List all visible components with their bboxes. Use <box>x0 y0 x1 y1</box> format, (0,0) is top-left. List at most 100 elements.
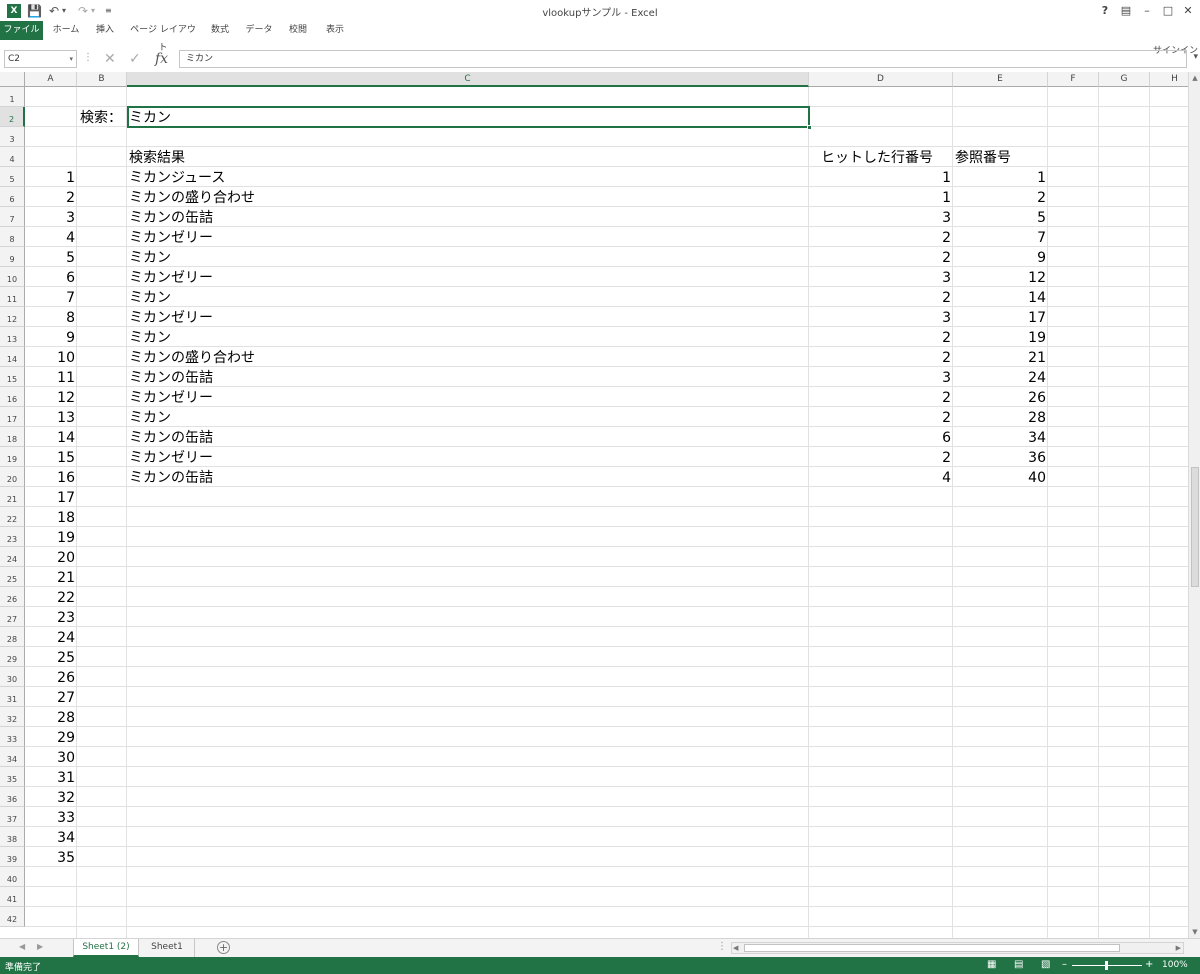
row-header-21[interactable]: 21 <box>0 487 25 507</box>
row-header-17[interactable]: 17 <box>0 407 25 427</box>
zoom-out-icon[interactable]: – <box>1062 959 1067 970</box>
chevron-down-icon[interactable]: ▾ <box>69 51 73 67</box>
ref-number-cell[interactable]: 24 <box>953 368 1048 388</box>
expand-formula-bar-icon[interactable]: ▾ <box>1193 52 1198 62</box>
row-header-24[interactable]: 24 <box>0 547 25 567</box>
vertical-scroll-thumb[interactable] <box>1191 467 1199 587</box>
ref-number-cell[interactable]: 40 <box>953 468 1048 488</box>
hit-row-cell[interactable]: 2 <box>809 408 953 428</box>
hit-row-cell[interactable]: 1 <box>809 168 953 188</box>
sheet-tab-sheet1[interactable]: Sheet1 <box>140 939 195 957</box>
ref-number-cell[interactable]: 9 <box>953 248 1048 268</box>
result-number-cell[interactable]: 2 <box>25 188 77 208</box>
row-header-14[interactable]: 14 <box>0 347 25 367</box>
number-cell[interactable]: 34 <box>25 828 77 848</box>
row-header-36[interactable]: 36 <box>0 787 25 807</box>
row-header-41[interactable]: 41 <box>0 887 25 907</box>
number-cell[interactable]: 21 <box>25 568 77 588</box>
zoom-in-icon[interactable]: + <box>1145 959 1153 970</box>
row-header-22[interactable]: 22 <box>0 507 25 527</box>
result-number-cell[interactable]: 13 <box>25 408 77 428</box>
row-header-10[interactable]: 10 <box>0 267 25 287</box>
number-cell[interactable]: 29 <box>25 728 77 748</box>
tab-home[interactable]: ホーム <box>47 21 85 40</box>
row-header-28[interactable]: 28 <box>0 627 25 647</box>
sheet-tab-sheet1-2[interactable]: Sheet1 (2) <box>73 939 139 957</box>
row-header-16[interactable]: 16 <box>0 387 25 407</box>
hit-row-cell[interactable]: 3 <box>809 208 953 228</box>
ref-number-cell[interactable]: 5 <box>953 208 1048 228</box>
row-header-4[interactable]: 4 <box>0 147 25 167</box>
ref-number-cell[interactable]: 12 <box>953 268 1048 288</box>
name-box[interactable]: C2 ▾ <box>4 50 77 68</box>
result-number-cell[interactable]: 12 <box>25 388 77 408</box>
row-header-2[interactable]: 2 <box>0 107 25 127</box>
scroll-up-icon[interactable]: ▲ <box>1189 74 1200 82</box>
number-cell[interactable]: 25 <box>25 648 77 668</box>
number-cell[interactable]: 22 <box>25 588 77 608</box>
zoom-slider-knob[interactable] <box>1105 961 1108 970</box>
column-header-e[interactable]: E <box>953 72 1048 87</box>
scroll-right-icon[interactable]: ▶ <box>1176 944 1181 952</box>
row-header-12[interactable]: 12 <box>0 307 25 327</box>
row-header-37[interactable]: 37 <box>0 807 25 827</box>
restore-icon[interactable]: □ <box>1160 3 1176 19</box>
number-cell[interactable]: 24 <box>25 628 77 648</box>
row-header-13[interactable]: 13 <box>0 327 25 347</box>
result-name-cell[interactable]: ミカンジュース <box>127 168 809 188</box>
sheet-next-icon[interactable]: ▶ <box>37 942 43 951</box>
hit-row-cell[interactable]: 4 <box>809 468 953 488</box>
result-name-cell[interactable]: ミカンゼリー <box>127 308 809 328</box>
number-cell[interactable]: 32 <box>25 788 77 808</box>
hit-row-cell[interactable]: 2 <box>809 288 953 308</box>
hit-row-cell[interactable]: 2 <box>809 248 953 268</box>
hit-row-cell[interactable]: 1 <box>809 188 953 208</box>
result-name-cell[interactable]: ミカン <box>127 328 809 348</box>
number-cell[interactable]: 35 <box>25 848 77 868</box>
ref-number-cell[interactable]: 14 <box>953 288 1048 308</box>
number-cell[interactable]: 26 <box>25 668 77 688</box>
number-cell[interactable]: 27 <box>25 688 77 708</box>
page-break-view-icon[interactable]: ▧ <box>1041 959 1050 970</box>
tab-page-layout[interactable]: ページ レイアウト <box>128 21 198 53</box>
active-cell-selection[interactable] <box>127 106 812 130</box>
column-header-h[interactable]: H <box>1150 72 1188 87</box>
result-number-cell[interactable]: 14 <box>25 428 77 448</box>
enter-icon[interactable]: ✓ <box>129 51 141 67</box>
row-header-27[interactable]: 27 <box>0 607 25 627</box>
row-header-30[interactable]: 30 <box>0 667 25 687</box>
hit-row-header-cell[interactable]: ヒットした行番号 <box>819 148 953 168</box>
insert-function-button[interactable]: fx <box>155 51 168 67</box>
vertical-scrollbar[interactable]: ▲ ▼ <box>1188 72 1200 938</box>
ref-number-cell[interactable]: 36 <box>953 448 1048 468</box>
result-name-cell[interactable]: ミカン <box>127 248 809 268</box>
result-name-cell[interactable]: ミカンゼリー <box>127 228 809 248</box>
row-header-15[interactable]: 15 <box>0 367 25 387</box>
result-number-cell[interactable]: 3 <box>25 208 77 228</box>
number-cell[interactable]: 33 <box>25 808 77 828</box>
tab-insert[interactable]: 挿入 <box>90 21 120 40</box>
row-header-39[interactable]: 39 <box>0 847 25 867</box>
ref-header-cell[interactable]: 参照番号 <box>953 148 1048 168</box>
result-name-cell[interactable]: ミカンの缶詰 <box>127 208 809 228</box>
formula-input[interactable]: ミカン <box>179 50 1187 68</box>
zoom-level[interactable]: 100% <box>1162 960 1188 970</box>
horizontal-scroll-thumb[interactable] <box>744 944 1120 952</box>
hit-row-cell[interactable]: 2 <box>809 348 953 368</box>
result-name-cell[interactable]: ミカンゼリー <box>127 448 809 468</box>
row-header-42[interactable]: 42 <box>0 907 25 927</box>
ref-number-cell[interactable]: 2 <box>953 188 1048 208</box>
row-header-20[interactable]: 20 <box>0 467 25 487</box>
formula-bar-grip-icon[interactable]: ⋮ <box>83 52 93 63</box>
tab-split-grip-icon[interactable]: ⋮ <box>717 941 727 952</box>
result-number-cell[interactable]: 1 <box>25 168 77 188</box>
number-cell[interactable]: 18 <box>25 508 77 528</box>
normal-view-icon[interactable]: ▦ <box>987 959 996 970</box>
hit-row-cell[interactable]: 2 <box>809 388 953 408</box>
column-header-f[interactable]: F <box>1048 72 1099 87</box>
ref-number-cell[interactable]: 19 <box>953 328 1048 348</box>
result-name-cell[interactable]: ミカン <box>127 408 809 428</box>
ref-number-cell[interactable]: 34 <box>953 428 1048 448</box>
row-header-11[interactable]: 11 <box>0 287 25 307</box>
column-header-b[interactable]: B <box>77 72 127 87</box>
